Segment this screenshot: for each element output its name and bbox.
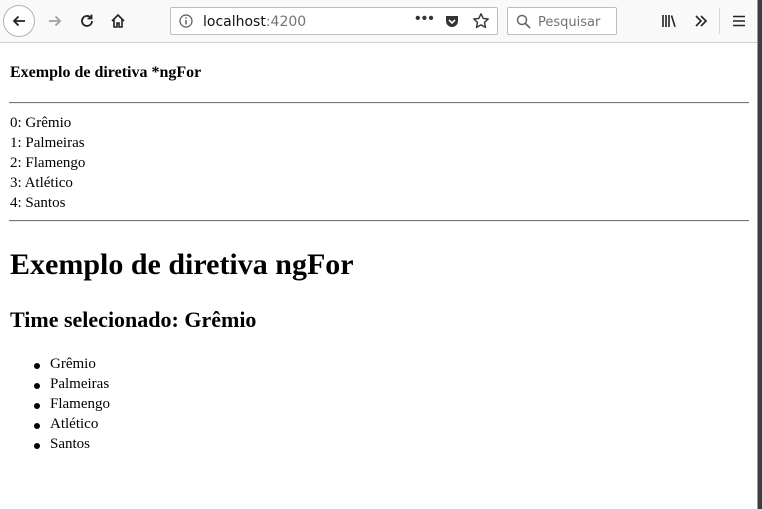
reload-icon [81,14,93,27]
list-item: Grêmio [34,356,96,373]
forward-button[interactable] [40,6,70,36]
list-item-label: Grêmio [50,356,96,372]
divider [9,102,749,104]
library-icon [662,15,676,28]
navigation-toolbar: localhost:4200 ••• Pesquisar [0,0,757,43]
main-menu-button[interactable] [724,6,754,36]
bookmark-star-icon[interactable] [472,12,490,35]
page-content: Exemplo de diretiva *ngFor 0: Grêmio 1: … [0,43,757,509]
toolbar-separator [719,8,720,34]
indexed-list-item: 1: Palmeiras [10,135,85,151]
list-item: Santos [34,436,91,453]
list-item: Atlético [34,416,99,433]
back-arrow-icon [12,15,25,27]
search-box[interactable]: Pesquisar [507,7,617,35]
url-bar[interactable]: localhost:4200 ••• [170,7,498,35]
home-icon [111,13,125,28]
list-item-label: Atlético [50,416,99,432]
chevron-double-right-icon [695,15,708,27]
overflow-menu-button[interactable] [686,6,716,36]
url-port: :4200 [265,14,307,30]
library-button[interactable] [655,6,685,36]
indexed-list-item: 2: Flamengo [10,155,86,171]
bullet [34,383,40,389]
url-text[interactable]: localhost:4200 [203,14,306,30]
background-editor-edge [758,0,762,509]
indexed-list-item: 3: Atlético [10,175,73,191]
bullet [34,403,40,409]
pocket-icon[interactable] [444,13,460,34]
divider [9,220,749,222]
back-button[interactable] [3,5,35,37]
list-item: Palmeiras [34,376,110,393]
page-actions-icon[interactable]: ••• [415,10,435,28]
selected-team-heading: Time selecionado: Grêmio [10,307,257,332]
page-heading-small: Exemplo de diretiva *ngFor [10,64,202,81]
url-host: localhost [203,14,266,30]
browser-window: localhost:4200 ••• Pesquisar Exemplo de … [0,0,758,509]
indexed-list-item: 4: Santos [10,195,66,211]
page-heading-large: Exemplo de diretiva ngFor [10,248,354,281]
bullet [34,363,40,369]
hamburger-menu-icon [733,15,745,27]
indexed-list-item: 0: Grêmio [10,115,72,131]
bullet [34,423,40,429]
bullet [34,443,40,449]
forward-arrow-icon [49,15,62,27]
reload-button[interactable] [72,6,102,36]
list-item: Flamengo [34,396,110,413]
search-icon [516,14,531,34]
home-button[interactable] [103,6,133,36]
list-item-label: Flamengo [50,396,110,412]
list-item-label: Palmeiras [50,376,110,392]
search-placeholder: Pesquisar [538,15,601,30]
list-item-label: Santos [50,436,91,452]
site-info-icon[interactable] [179,14,193,33]
